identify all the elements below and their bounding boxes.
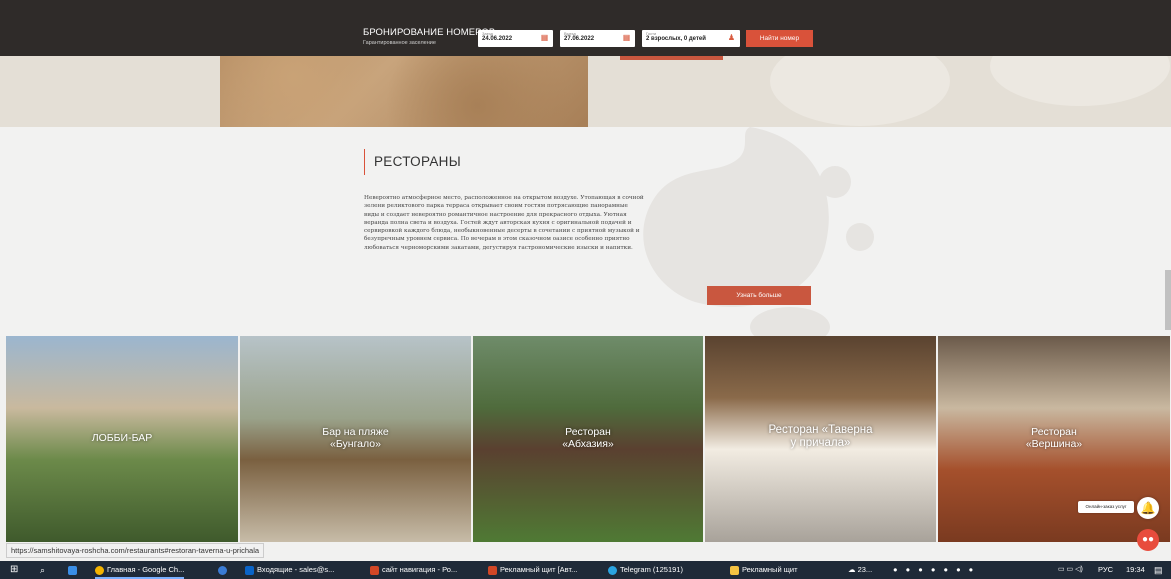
checkout-value: 27.06.2022 xyxy=(564,36,595,42)
hero-button[interactable] xyxy=(620,56,723,60)
taskbar-item-chrome[interactable]: Главная - Google Ch... xyxy=(95,561,185,579)
bell-icon[interactable]: 🔔 xyxy=(1137,497,1159,519)
learn-more-button[interactable]: Узнать больше xyxy=(707,286,811,305)
restaurants-description: Невероятно атмосферное место, расположен… xyxy=(364,195,644,251)
checkin-field[interactable]: Заезд 24.06.2022 ▦ xyxy=(478,30,553,47)
powerpoint-icon xyxy=(370,565,379,575)
checkin-value: 24.06.2022 xyxy=(482,36,513,42)
card-abkhazia-restaurant[interactable]: Ресторан «Абхазия» xyxy=(473,336,703,542)
guests-value: 2 взрослых, 0 детей xyxy=(646,36,706,42)
clock[interactable]: 19:34 xyxy=(1126,561,1145,579)
restaurants-heading-text: РЕСТОРАНЫ xyxy=(374,154,461,169)
card-bungalo-bar[interactable]: Бар на пляже «Бунгало» xyxy=(240,336,471,542)
guests-field[interactable]: Гости 2 взрослых, 0 детей ♟ xyxy=(642,30,740,47)
status-url: https://samshitovaya-roshcha.com/restaur… xyxy=(6,543,265,558)
restaurants-section: РЕСТОРАНЫ Невероятно атмосферное место, … xyxy=(0,127,1171,336)
card-caption: ЛОББИ-БАР xyxy=(91,432,153,444)
powerpoint-icon xyxy=(488,565,497,575)
weather-widget[interactable]: ☁ 23... xyxy=(848,561,872,579)
booking-bar: БРОНИРОВАНИЕ НОМЕРОВ Гарантированное зас… xyxy=(0,0,1171,56)
card-caption: Ресторан «Вершина» xyxy=(1025,426,1083,450)
hero-section xyxy=(0,56,1171,127)
booking-title-block: БРОНИРОВАНИЕ НОМЕРОВ Гарантированное зас… xyxy=(363,27,495,46)
calendar-icon[interactable]: ▦ xyxy=(622,33,631,43)
beach-sand-image xyxy=(220,56,588,127)
restaurants-heading: РЕСТОРАНЫ xyxy=(364,149,461,175)
folder-icon xyxy=(730,565,739,575)
taskbar-item-folder[interactable]: Рекламный щит xyxy=(730,561,798,579)
cloud-icon: ☁ xyxy=(848,565,856,574)
online-order-label[interactable]: Онлайн-заказ услуг xyxy=(1078,501,1134,513)
chrome-icon xyxy=(95,565,104,575)
find-room-button[interactable]: Найти номер xyxy=(746,30,813,47)
windows-start-icon[interactable]: ⊞ xyxy=(10,561,18,579)
decor-blob xyxy=(770,56,950,126)
card-vershina-restaurant[interactable]: Ресторан «Вершина» xyxy=(938,336,1170,542)
chat-icon[interactable]: ●● xyxy=(1137,529,1159,551)
language-indicator[interactable]: РУС xyxy=(1098,561,1113,579)
checkout-field[interactable]: Выезд 27.06.2022 ▦ xyxy=(560,30,635,47)
taskbar-item-outlook[interactable]: Входящие - sales@s... xyxy=(245,561,334,579)
tray-icons[interactable]: ● ● ● ● ● ● ● xyxy=(893,561,976,579)
search-icon[interactable]: ⌕ xyxy=(40,561,45,579)
taskbar-item-telegram[interactable]: Telegram (125191) xyxy=(608,561,683,579)
card-caption: Ресторан «Таверна у причала» xyxy=(768,424,873,449)
outlook-icon xyxy=(245,565,254,575)
person-icon[interactable]: ♟ xyxy=(727,33,736,43)
notifications-icon[interactable]: ▤ xyxy=(1154,561,1163,579)
booking-title: БРОНИРОВАНИЕ НОМЕРОВ xyxy=(363,27,496,38)
booking-subtitle: Гарантированное заселение xyxy=(363,40,436,46)
tray-system-icons[interactable]: ▭ ▭ ◁) xyxy=(1058,561,1083,579)
taskbar-item-powerpoint-1[interactable]: сайт навигация - Ро... xyxy=(370,561,457,579)
card-taverna-restaurant[interactable]: Ресторан «Таверна у причала» xyxy=(705,336,936,542)
telegram-icon xyxy=(608,565,617,575)
windows-taskbar: ⊞ ⌕ Главная - Google Ch... Входящие - sa… xyxy=(0,561,1171,579)
card-caption: Бар на пляже «Бунгало» xyxy=(322,426,389,450)
card-caption: Ресторан «Абхазия» xyxy=(562,426,614,450)
restaurant-cards: ЛОББИ-БАР Бар на пляже «Бунгало» Рестора… xyxy=(6,336,1171,542)
app-icon[interactable] xyxy=(68,561,80,579)
card-lobby-bar[interactable]: ЛОББИ-БАР xyxy=(6,336,238,542)
taskbar-item-powerpoint-2[interactable]: Рекламный щит [Авт... xyxy=(488,561,577,579)
scrollbar-thumb[interactable] xyxy=(1165,270,1171,330)
taskbar-item-app[interactable] xyxy=(218,561,230,579)
decor-blob xyxy=(990,56,1170,106)
calendar-icon[interactable]: ▦ xyxy=(540,33,549,43)
